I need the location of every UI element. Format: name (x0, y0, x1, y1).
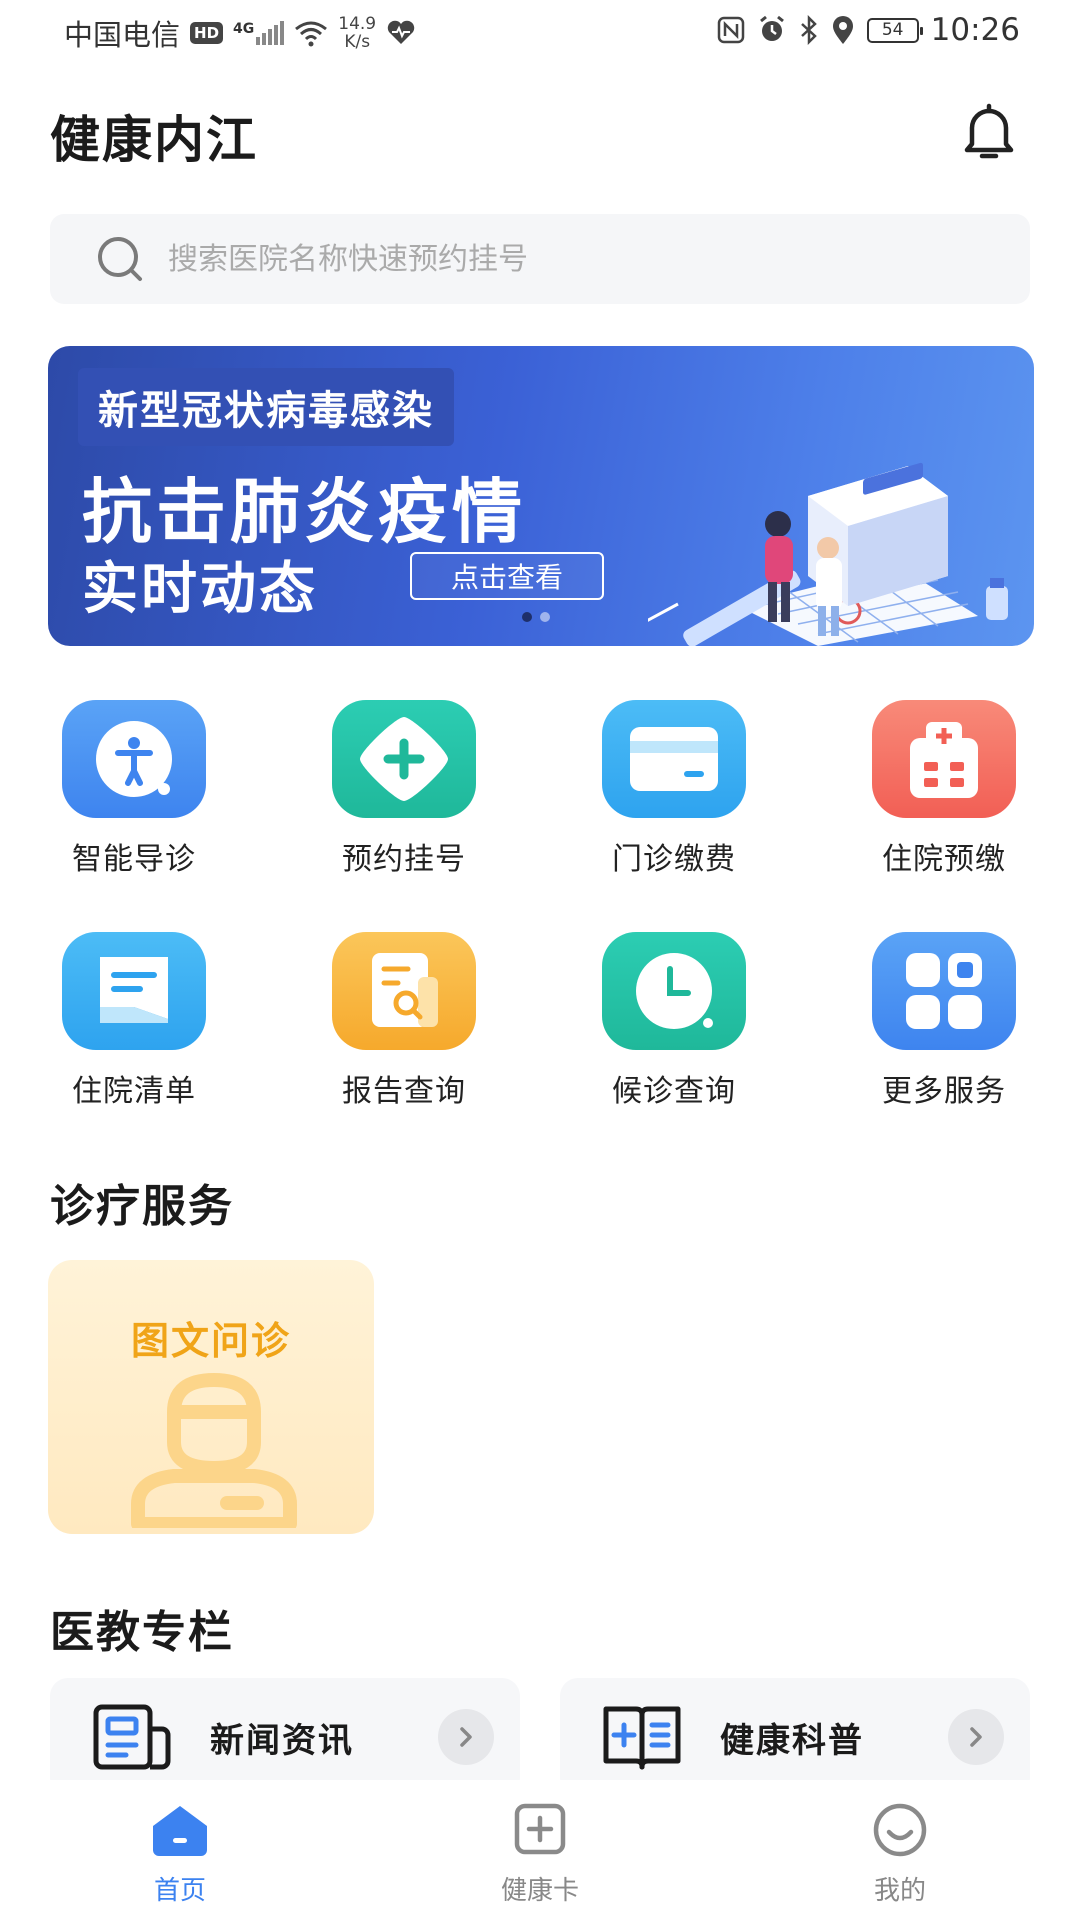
service-label: 更多服务 (882, 1074, 1006, 1109)
network-speed: 14.9 K/s (338, 15, 376, 51)
clock-icon (602, 932, 746, 1050)
banner-subhead: 实时动态 (82, 557, 318, 622)
service-label: 门诊缴费 (612, 842, 736, 877)
health-card-icon (514, 1803, 566, 1855)
consult-card[interactable]: 图文问诊 (48, 1260, 374, 1534)
hospital-icon (872, 700, 1016, 818)
battery-level: 54 (881, 20, 904, 40)
nfc-icon (717, 16, 744, 44)
consult-card-label: 图文问诊 (130, 1319, 291, 1363)
bottom-tab-bar: 首页 健康卡 我的 (0, 1780, 1080, 1920)
edu-card-news[interactable]: 新闻资讯 (50, 1678, 520, 1796)
speed-unit: K/s (344, 32, 371, 52)
service-report-query[interactable]: 报告查询 (304, 932, 504, 1112)
search-icon (98, 237, 142, 281)
vaccination-illustration (648, 462, 1008, 646)
tab-home[interactable]: 首页 (100, 1802, 260, 1907)
home-icon (153, 1806, 207, 1856)
carousel-dot-active (522, 612, 532, 622)
chevron-right-icon (438, 1709, 494, 1765)
status-bar: 中国电信 HD 4G 14.9 K/s 54 10:26 (0, 0, 1080, 64)
banner-headline: 抗击肺炎疫情 (82, 471, 526, 553)
edu-card-health-science[interactable]: 健康科普 (560, 1678, 1030, 1796)
plus-diamond-icon (332, 700, 476, 818)
battery-icon: 54 (866, 17, 923, 43)
speed-value: 14.9 (338, 14, 377, 34)
status-right: 54 10:26 (717, 12, 1020, 48)
service-label: 智能导诊 (72, 842, 196, 877)
service-queue-query[interactable]: 候诊查询 (574, 932, 774, 1112)
list-icon (62, 932, 206, 1050)
profile-icon (873, 1803, 927, 1857)
service-inpatient-prepay[interactable]: 住院预缴 (844, 700, 1044, 880)
banner-carousel[interactable]: 新型冠状病毒感染 抗击肺炎疫情 实时动态 点击查看 (48, 346, 1034, 646)
service-smart-guide[interactable]: 智能导诊 (34, 700, 234, 880)
service-more[interactable]: 更多服务 (844, 932, 1044, 1112)
network-type: 4G (233, 21, 255, 37)
section-title-consult: 诊疗服务 (50, 1181, 234, 1232)
tab-profile[interactable]: 我的 (820, 1802, 980, 1907)
more-grid-icon (872, 932, 1016, 1050)
guide-icon (62, 700, 206, 818)
app-title: 健康内江 (50, 111, 258, 169)
carousel-dot (540, 612, 550, 622)
edu-card-label: 健康科普 (720, 1720, 864, 1761)
service-label: 候诊查询 (612, 1074, 736, 1109)
clock-time: 10:26 (930, 12, 1020, 48)
alarm-icon (759, 15, 784, 41)
service-label: 住院清单 (72, 1074, 196, 1109)
carrier-name: 中国电信 (64, 18, 181, 52)
edu-card-label: 新闻资讯 (210, 1720, 354, 1761)
chevron-right-icon (948, 1709, 1004, 1765)
book-icon (603, 1706, 681, 1770)
tab-label: 健康卡 (500, 1876, 579, 1906)
status-left: 中国电信 HD 4G 14.9 K/s (64, 12, 416, 54)
service-outpatient-payment[interactable]: 门诊缴费 (574, 700, 774, 880)
report-icon (332, 932, 476, 1050)
notification-bell-icon[interactable] (958, 100, 1020, 164)
service-appointment[interactable]: 预约挂号 (304, 700, 504, 880)
service-label: 报告查询 (342, 1074, 466, 1109)
tab-label: 我的 (873, 1876, 926, 1906)
service-label: 住院预缴 (882, 842, 1006, 877)
banner-cta-button[interactable]: 点击查看 (410, 552, 604, 600)
bluetooth-icon (800, 15, 817, 45)
wifi-icon (295, 21, 328, 47)
heart-rate-icon (387, 20, 415, 44)
search-bar[interactable] (50, 214, 1030, 304)
carousel-indicator (522, 612, 550, 622)
service-label: 预约挂号 (342, 842, 466, 877)
banner-tag: 新型冠状病毒感染 (78, 368, 454, 446)
card-icon (602, 700, 746, 818)
service-inpatient-list[interactable]: 住院清单 (34, 932, 234, 1112)
tab-label: 首页 (153, 1876, 206, 1906)
doctor-icon (131, 1372, 297, 1528)
tab-health-card[interactable]: 健康卡 (460, 1802, 620, 1907)
signal-icon: 4G (233, 21, 285, 45)
section-title-edu: 医教专栏 (50, 1607, 234, 1658)
news-icon (93, 1704, 171, 1770)
search-input[interactable] (168, 241, 948, 277)
hd-badge: HD (190, 22, 224, 44)
location-icon (832, 16, 853, 44)
